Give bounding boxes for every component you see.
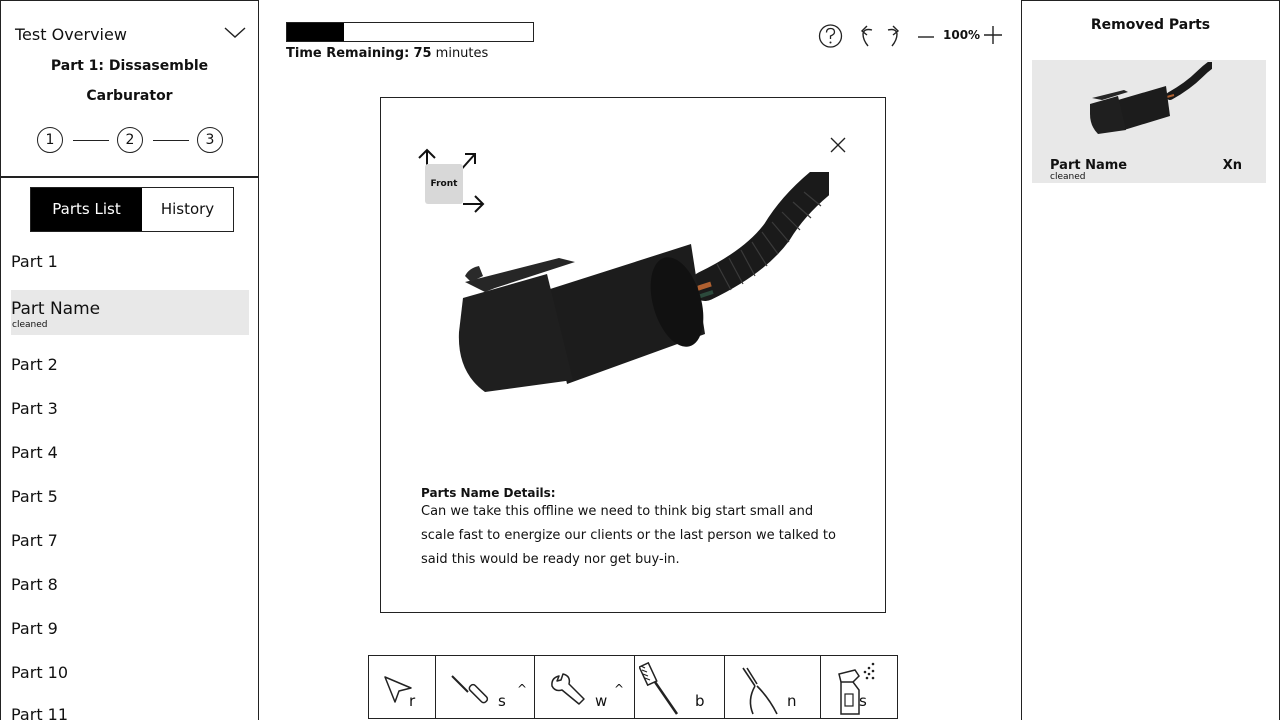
part-details-modal: Front Parts Name Details: Can we take th… — [380, 97, 886, 613]
wrench-icon — [551, 673, 585, 705]
tool-submenu-caret[interactable]: ^ — [517, 682, 527, 696]
spray-bottle-icon — [838, 662, 875, 715]
tab-parts-list[interactable]: Parts List — [31, 188, 142, 231]
zoom-in-icon[interactable] — [982, 22, 1004, 50]
tool-submenu-caret[interactable]: ^ — [614, 682, 624, 696]
list-item[interactable]: Part 10 — [11, 663, 68, 682]
zoom-out-icon[interactable] — [916, 22, 936, 50]
step-indicator: 1 2 3 — [37, 127, 227, 155]
list-item[interactable]: Part 4 — [11, 443, 58, 462]
part-title-line1: Part 1: Dissasemble — [50, 58, 209, 74]
close-icon[interactable] — [830, 137, 846, 153]
progress-fill — [287, 23, 344, 41]
tab-history[interactable]: History — [142, 188, 233, 231]
removed-part-quantity: Xn — [1222, 158, 1242, 173]
removed-part-card[interactable]: Part Name cleaned Xn — [1032, 60, 1266, 183]
part-title-line2: Carburator — [86, 88, 173, 104]
list-item[interactable]: Part 3 — [11, 399, 58, 418]
part-image[interactable] — [455, 172, 829, 394]
tool-toolbar: r s ^ w ^ b n s — [368, 655, 898, 719]
zoom-level: 100% — [943, 28, 981, 42]
tool-brush[interactable]: b — [635, 656, 725, 718]
removed-part-image — [1090, 62, 1212, 134]
part-title: Part 1: Dissasemble Carburator — [1, 51, 258, 111]
left-sidebar: Test Overview Part 1: Dissasemble Carbur… — [0, 0, 259, 720]
parts-tabs: Parts List History — [30, 187, 234, 232]
pliers-icon — [742, 667, 778, 715]
undo-icon[interactable] — [858, 22, 878, 50]
screwdriver-icon — [451, 675, 489, 704]
list-item[interactable]: Part 9 — [11, 619, 58, 638]
step-connector — [153, 140, 189, 141]
help-icon[interactable] — [818, 22, 844, 50]
tool-pointer[interactable]: r — [369, 656, 436, 718]
tool-shortcut: s — [498, 692, 506, 710]
step-3[interactable]: 3 — [197, 127, 223, 153]
tool-shortcut: b — [695, 692, 705, 710]
list-item[interactable]: Part 1 — [11, 252, 58, 271]
tool-shortcut: w — [595, 692, 608, 710]
removed-part-status: cleaned — [1050, 172, 1086, 182]
tool-screwdriver[interactable]: s ^ — [436, 656, 535, 718]
tool-shortcut: r — [409, 692, 416, 710]
list-item[interactable]: Part 2 — [11, 355, 58, 374]
tool-spray-bottle[interactable]: s — [821, 656, 897, 718]
list-item[interactable]: Part 8 — [11, 575, 58, 594]
list-item-name: Part Name — [11, 299, 101, 319]
time-value: 75 — [413, 46, 432, 61]
removed-parts-panel: Removed Parts Part Name cleaned Xn — [1021, 0, 1280, 720]
time-progress-bar — [286, 22, 534, 42]
redo-icon[interactable] — [882, 22, 902, 50]
list-item-status: cleaned — [12, 320, 48, 330]
list-item[interactable]: Part 5 — [11, 487, 58, 506]
removed-part-name: Part Name — [1050, 158, 1128, 173]
details-title: Parts Name Details: — [421, 486, 556, 500]
chevron-down-icon[interactable] — [224, 25, 246, 39]
list-item-selected[interactable]: Part Name cleaned — [11, 290, 249, 335]
test-overview-panel: Test Overview Part 1: Dissasemble Carbur… — [1, 1, 258, 178]
tool-needle-nose-pliers[interactable]: n — [725, 656, 821, 718]
time-unit: minutes — [435, 46, 489, 61]
tool-wrench[interactable]: w ^ — [535, 656, 635, 718]
tool-shortcut: n — [787, 692, 797, 710]
list-item[interactable]: Part 11 — [11, 705, 68, 720]
details-body: Can we take this offline we need to thin… — [421, 504, 836, 567]
removed-parts-title: Removed Parts — [1090, 17, 1211, 33]
brush-icon — [639, 661, 679, 715]
time-remaining: Time Remaining: 75 minutes — [286, 46, 488, 61]
list-item[interactable]: Part 7 — [11, 531, 58, 550]
step-connector — [73, 140, 109, 141]
step-2[interactable]: 2 — [117, 127, 143, 153]
tool-shortcut: s — [859, 692, 867, 710]
step-1[interactable]: 1 — [37, 127, 63, 153]
test-overview-heading: Test Overview — [15, 25, 127, 44]
time-label: Time Remaining: — [286, 46, 410, 61]
